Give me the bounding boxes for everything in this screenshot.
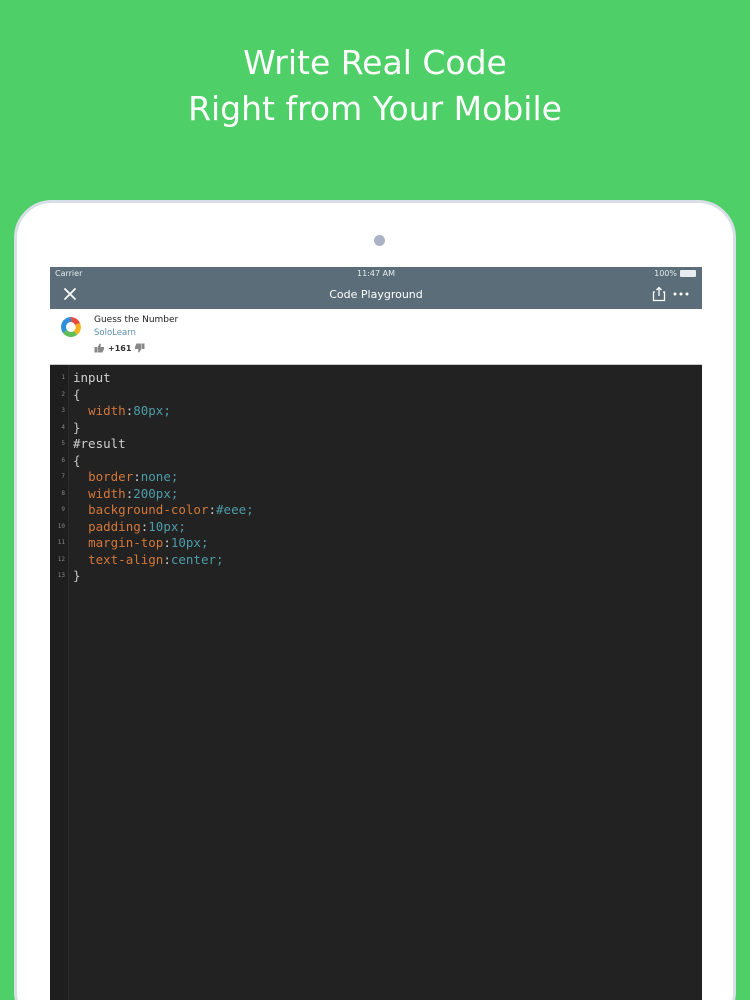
thumbs-down-icon	[135, 343, 145, 353]
app-screen: Carrier 11:47 AM 100% Code Playground Gu…	[50, 267, 702, 1000]
line-number: 4	[61, 423, 65, 431]
code-text: padding:10px;	[73, 519, 186, 536]
code-text: width:200px;	[73, 486, 178, 503]
line-number: 10	[57, 522, 65, 530]
code-token-prop: text-align	[88, 551, 164, 567]
code-token-sel: {	[73, 452, 81, 468]
code-token-sel	[73, 552, 88, 567]
code-line[interactable]: 2{	[50, 387, 702, 404]
vote-controls: +161	[94, 343, 145, 353]
code-editor[interactable]: 1 input 2{3 width:80px; 4} 5 #result 6{7 borde…	[50, 365, 702, 1000]
code-token-sel	[73, 486, 88, 501]
code-token-prop: width	[88, 403, 126, 418]
headline-line-2: Right from Your Mobile	[188, 89, 562, 128]
code-token-prop: border	[88, 469, 134, 484]
code-token-sel	[73, 519, 88, 534]
code-token-sel: {	[73, 386, 81, 402]
tablet-frame: Carrier 11:47 AM 100% Code Playground Gu…	[14, 200, 736, 1000]
upvote-button[interactable]	[94, 343, 105, 353]
code-text: {	[73, 387, 81, 404]
line-number: 11	[57, 539, 65, 546]
code-token-sel: }	[73, 419, 81, 435]
code-text: width:80px;	[73, 403, 171, 420]
code-token-colon: :	[208, 502, 217, 517]
status-time: 11:47 AM	[357, 269, 395, 278]
code-token-val: 10px;	[170, 535, 209, 550]
code-text: border:none;	[73, 469, 178, 486]
more-icon	[673, 292, 689, 296]
code-token-val: none;	[140, 469, 179, 484]
code-token-sel	[73, 469, 88, 484]
promo-headline: Write Real Code Right from Your Mobile	[0, 40, 750, 132]
code-token-prop: margin-top	[88, 535, 164, 550]
page-title: Code Playground	[329, 288, 423, 301]
line-number: 5	[61, 440, 65, 447]
code-token-prop: width	[88, 485, 126, 501]
code-line[interactable]: 8 width:200px;	[50, 486, 702, 503]
code-line[interactable]: 11 margin-top:10px;	[50, 535, 702, 552]
code-text: #result	[73, 436, 126, 453]
share-button[interactable]	[652, 286, 666, 302]
code-token-val: #eee;	[216, 502, 254, 517]
code-line[interactable]: 12 text-align:center;	[50, 552, 702, 569]
code-line[interactable]: 1 input	[50, 370, 702, 387]
code-token-val: center;	[170, 551, 224, 567]
line-number: 3	[61, 407, 65, 414]
code-token-sel	[73, 403, 88, 418]
code-text: background-color:#eee;	[73, 502, 254, 519]
line-number: 1	[61, 374, 65, 381]
code-line[interactable]: 7 border:none;	[50, 469, 702, 486]
downvote-button[interactable]	[134, 343, 145, 353]
more-button[interactable]	[672, 286, 690, 302]
camera-dot	[374, 235, 385, 246]
code-line[interactable]: 3 width:80px;	[50, 403, 702, 420]
code-line[interactable]: 9 background-color:#eee;	[50, 502, 702, 519]
line-number: 2	[61, 390, 65, 398]
line-number: 13	[57, 572, 65, 579]
navigation-bar: Code Playground	[50, 281, 702, 309]
vote-count: +161	[108, 343, 132, 353]
author-name[interactable]: SoloLearn	[94, 328, 136, 338]
code-text: }	[73, 568, 81, 585]
code-line[interactable]: 10 padding:10px;	[50, 519, 702, 536]
code-title[interactable]: Guess the Number	[94, 315, 178, 325]
code-text: }	[73, 420, 81, 437]
line-number: 7	[61, 473, 65, 480]
status-bar: Carrier 11:47 AM 100%	[50, 267, 702, 281]
code-text: input	[73, 370, 111, 387]
code-token-sel	[73, 502, 88, 517]
battery-indicator: 100%	[654, 269, 696, 278]
code-info-bar: Guess the Number SoloLearn +161	[50, 309, 702, 365]
thumbs-up-icon	[94, 343, 104, 353]
code-token-val: 10px;	[148, 518, 186, 534]
code-line[interactable]: 5 #result	[50, 436, 702, 453]
line-number: 6	[61, 456, 65, 464]
code-token-val: 80px;	[133, 403, 171, 418]
code-token-colon: :	[163, 535, 171, 550]
code-token-colon: :	[163, 551, 171, 567]
line-number: 9	[61, 506, 65, 513]
headline-line-1: Write Real Code	[243, 43, 507, 82]
line-number: 8	[61, 489, 65, 497]
code-token-prop: padding	[88, 518, 141, 534]
battery-percent: 100%	[654, 269, 677, 278]
code-text: {	[73, 453, 81, 470]
code-token-sel	[73, 535, 88, 550]
code-token-sel: input	[73, 370, 111, 385]
code-token-sel: #result	[73, 436, 126, 451]
code-line[interactable]: 4}	[50, 420, 702, 437]
code-token-sel: }	[73, 568, 81, 583]
code-line[interactable]: 13}	[50, 568, 702, 585]
code-token-colon: :	[133, 469, 141, 484]
code-line[interactable]: 6{	[50, 453, 702, 470]
sololearn-logo	[59, 315, 83, 339]
battery-icon	[680, 270, 696, 277]
line-number: 12	[57, 555, 65, 563]
code-text: text-align:center;	[73, 551, 224, 569]
code-token-prop: background-color	[88, 502, 209, 517]
code-token-val: 200px;	[133, 485, 179, 501]
code-text: margin-top:10px;	[73, 535, 209, 552]
share-icon	[652, 286, 666, 302]
